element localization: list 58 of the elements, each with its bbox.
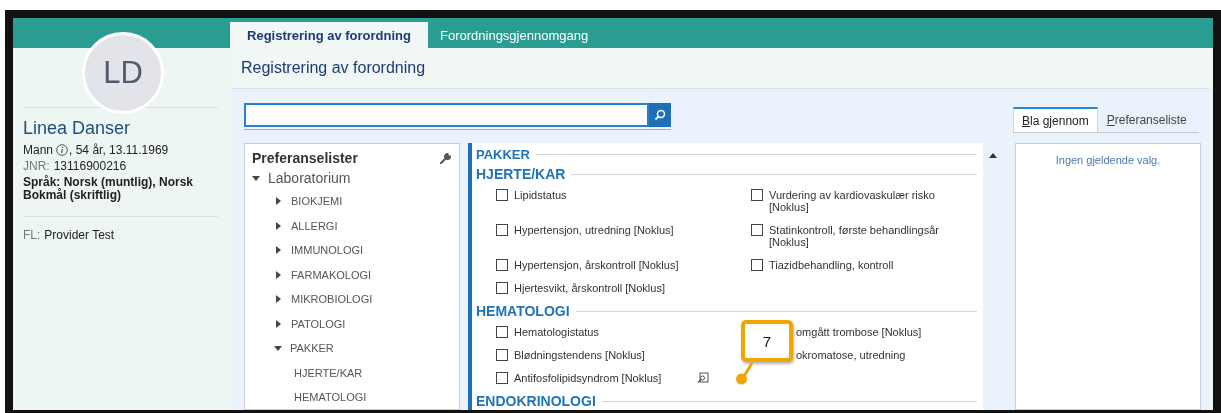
checkbox[interactable]	[496, 326, 508, 338]
jnr-label: JNR:	[23, 158, 50, 174]
preview-icon[interactable]	[697, 372, 710, 384]
checkbox[interactable]	[496, 189, 508, 201]
checkbox[interactable]	[496, 349, 508, 361]
order-label[interactable]: Hypertensjon, utredning [Noklus]	[514, 224, 674, 236]
search-button[interactable]	[649, 103, 671, 127]
scroll-up-icon[interactable]	[989, 153, 997, 158]
callout-badge: 7	[741, 320, 793, 362]
jnr-value: 13116900216	[53, 158, 127, 174]
empty-message: Ingen gjeldende valg.	[1054, 154, 1162, 166]
group-heading: HJERTE/KAR	[476, 166, 566, 182]
tree-item[interactable]: ALLERGI	[252, 213, 451, 238]
tree-item[interactable]: HEMATOLOGI	[252, 385, 451, 410]
panel-title: Preferanselister	[252, 150, 358, 166]
order-label[interactable]: Tiazidbehandling, kontroll	[769, 259, 894, 271]
checkbox[interactable]	[751, 259, 763, 271]
group-heading: HEMATOLOGI	[476, 303, 570, 319]
checkbox[interactable]	[751, 224, 763, 236]
group-heading: ENDOKRINOLOGI	[476, 393, 596, 409]
order-label[interactable]: Vurdering av kardiovaskulær risko [Noklus]	[769, 189, 954, 213]
tree-item[interactable]: BIOKJEMI	[252, 189, 451, 214]
order-label[interactable]: okromatose, utredning	[796, 349, 906, 361]
gender-text: Mann	[23, 142, 54, 158]
tree-item[interactable]: HJERTE/KAR	[252, 360, 451, 385]
provider-name: Provider Test	[44, 227, 115, 243]
demographics-text: , 54 år, 13.11.1969	[69, 142, 169, 158]
order-label[interactable]: Hjertesvikt, årskontroll [Noklus]	[514, 282, 665, 294]
info-icon[interactable]	[56, 144, 69, 156]
tab[interactable]: Bla gjennom	[1013, 107, 1098, 132]
checkbox[interactable]	[496, 224, 508, 236]
checkbox[interactable]	[496, 372, 508, 384]
tree-item[interactable]: MIKROBIOLOGI	[252, 287, 451, 312]
tree-item[interactable]: PATOLOGI	[252, 311, 451, 336]
wrench-icon[interactable]	[440, 152, 451, 164]
tree-item[interactable]: FARMAKOLOGI	[252, 262, 451, 287]
tree-item[interactable]: IMMUNOLOGI	[252, 238, 451, 263]
tree-item[interactable]: PAKKER	[252, 336, 451, 361]
checkbox[interactable]	[496, 282, 508, 294]
checkbox[interactable]	[496, 259, 508, 271]
order-label[interactable]: Blødningstendens [Noklus]	[514, 349, 645, 361]
order-label[interactable]: Lipidstatus	[514, 189, 567, 201]
patient-name: Linea Danser	[23, 118, 132, 139]
order-label[interactable]: Antifosfolipidsyndrom [Noklus]	[514, 372, 662, 384]
language-text: Språk: Norsk (muntlig), Norsk Bokmål (skriftlig)	[23, 176, 195, 202]
tree-item[interactable]: Laboratorium	[252, 167, 451, 189]
order-label[interactable]: Statinkontroll, første behandlingsår [Noklus]	[769, 224, 954, 248]
order-label[interactable]: omgått trombose [Noklus]	[796, 326, 922, 338]
page-title: Registrering av forordning	[241, 59, 426, 77]
checkbox[interactable]	[751, 189, 763, 201]
tab[interactable]: Registrering av forordning	[230, 22, 428, 48]
order-label[interactable]: Hypertensjon, årskontroll [Noklus]	[514, 259, 679, 271]
search-field[interactable]	[244, 103, 649, 127]
tab[interactable]: Preferanseliste	[1097, 107, 1196, 132]
fl-label: FL:	[23, 227, 41, 243]
section-heading: PAKKER	[476, 146, 530, 162]
search-icon	[654, 109, 666, 121]
order-label[interactable]: Hematologistatus	[514, 326, 599, 338]
